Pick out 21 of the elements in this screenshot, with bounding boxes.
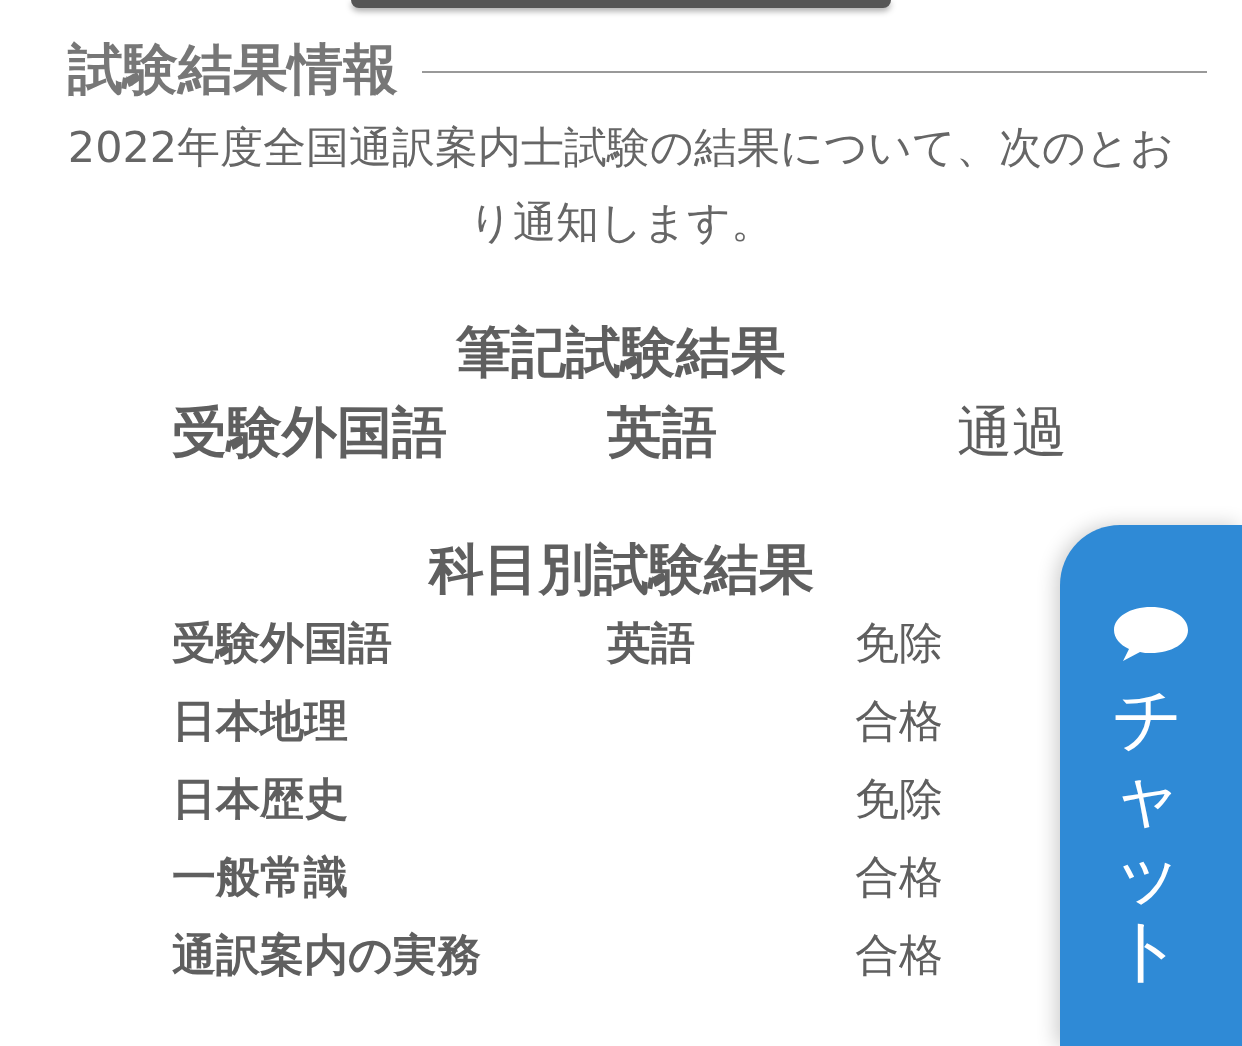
speech-bubble-icon [1112, 605, 1190, 663]
intro-text: 2022年度全国通訳案内士試験の結果について、次のとおり通知します。 [66, 121, 1176, 250]
subject-label: 日本地理 [172, 693, 349, 748]
subject-label: 日本歴史 [172, 771, 349, 826]
result-label: 合格 [855, 927, 943, 982]
subject-label: 一般常識 [172, 849, 349, 904]
chat-tab[interactable]: チャット [1060, 525, 1242, 1046]
result-label: 免除 [855, 771, 943, 826]
language-label: 英語 [607, 398, 718, 466]
result-label: 合格 [855, 849, 943, 904]
section-heading: 科目別試験結果 [427, 536, 815, 602]
section-title: 試験結果情報 [68, 36, 398, 102]
result-label: 免除 [855, 616, 943, 670]
subject-label: 受験外国語 [172, 398, 448, 466]
chat-label: チャット [1112, 681, 1182, 989]
result-label: 合格 [855, 693, 943, 748]
subject-label: 受験外国語 [172, 616, 393, 670]
result-label: 通過 [957, 398, 1067, 466]
subject-label: 通訳案内の実務 [172, 927, 482, 982]
section-heading: 筆記試験結果 [455, 318, 787, 385]
language-label: 英語 [607, 616, 696, 670]
